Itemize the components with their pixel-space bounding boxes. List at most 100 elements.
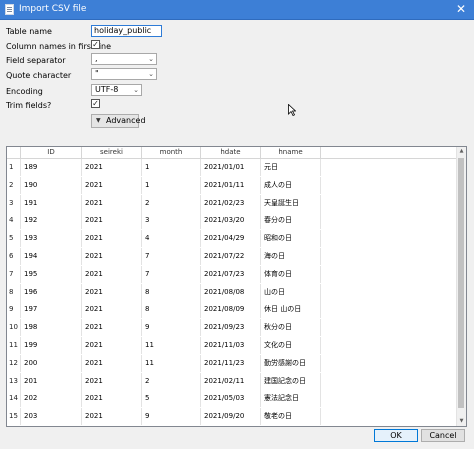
advanced-button[interactable]: ▼ Advanced xyxy=(91,114,146,128)
cell-id[interactable]: 199 xyxy=(21,337,82,354)
table-name-input[interactable]: holiday_public xyxy=(91,25,162,37)
cell-hdate[interactable]: 2021/05/03 xyxy=(201,390,261,408)
cell-month[interactable]: 3 xyxy=(142,212,201,230)
cell-id[interactable]: 197 xyxy=(21,301,82,319)
ok-button[interactable]: OK xyxy=(374,429,418,442)
cell-hname[interactable]: 勤労感謝の日 xyxy=(261,354,321,372)
cell-hname[interactable]: 海の日 xyxy=(261,248,321,265)
cell-month[interactable]: 9 xyxy=(142,408,201,426)
cell-id[interactable]: 201 xyxy=(21,372,82,390)
cell-hname[interactable]: 山の日 xyxy=(261,283,321,301)
cell-id[interactable]: 194 xyxy=(21,248,82,265)
cell-month[interactable]: 2 xyxy=(142,372,201,390)
column-header-month[interactable]: month xyxy=(142,147,201,158)
cell-hdate[interactable]: 2021/09/23 xyxy=(201,319,261,337)
cell-id[interactable]: 200 xyxy=(21,354,82,372)
row-number[interactable]: 11 xyxy=(7,337,21,354)
cell-seireki[interactable]: 2021 xyxy=(82,372,142,390)
row-number[interactable]: 13 xyxy=(7,372,21,390)
cell-hname[interactable]: 体育の日 xyxy=(261,265,321,283)
row-number[interactable]: 6 xyxy=(7,248,21,265)
cell-hname[interactable]: 成人の日 xyxy=(261,176,321,194)
column-header-hname[interactable]: hname xyxy=(261,147,321,158)
table-row[interactable]: 14 202 2021 5 2021/05/03 憲法記念日 xyxy=(7,390,459,408)
cell-hdate[interactable]: 2021/08/09 xyxy=(201,301,261,319)
cell-hdate[interactable]: 2021/04/29 xyxy=(201,230,261,248)
cell-hdate[interactable]: 2021/01/11 xyxy=(201,176,261,194)
cell-id[interactable]: 202 xyxy=(21,390,82,408)
row-number[interactable]: 15 xyxy=(7,408,21,426)
cell-hdate[interactable]: 2021/02/23 xyxy=(201,194,261,212)
scrollbar-thumb[interactable] xyxy=(458,158,464,408)
cell-seireki[interactable]: 2021 xyxy=(82,248,142,265)
cell-month[interactable]: 8 xyxy=(142,283,201,301)
cell-seireki[interactable]: 2021 xyxy=(82,159,142,176)
table-row[interactable]: 2 190 2021 1 2021/01/11 成人の日 xyxy=(7,176,459,194)
cell-month[interactable]: 5 xyxy=(142,390,201,408)
table-row[interactable]: 1 189 2021 1 2021/01/01 元日 xyxy=(7,159,459,176)
table-row[interactable]: 9 197 2021 8 2021/08/09 休日 山の日 xyxy=(7,301,459,319)
cell-month[interactable]: 2 xyxy=(142,194,201,212)
cell-hdate[interactable]: 2021/09/20 xyxy=(201,408,261,426)
cell-seireki[interactable]: 2021 xyxy=(82,194,142,212)
cell-seireki[interactable]: 2021 xyxy=(82,230,142,248)
column-header-seireki[interactable]: seireki xyxy=(82,147,142,158)
cell-hname[interactable]: 昭和の日 xyxy=(261,230,321,248)
cell-hname[interactable]: 休日 山の日 xyxy=(261,301,321,319)
cell-hdate[interactable]: 2021/01/01 xyxy=(201,159,261,176)
csv-preview-grid[interactable]: ID seireki month hdate hname 1 189 2021 1 20… xyxy=(6,146,467,427)
cell-seireki[interactable]: 2021 xyxy=(82,337,142,354)
column-names-checkbox[interactable]: ✓ xyxy=(91,40,100,49)
cell-hname[interactable]: 敬老の日 xyxy=(261,408,321,426)
cell-hname[interactable]: 秋分の日 xyxy=(261,319,321,337)
encoding-select[interactable]: UTF-8 ⌄ xyxy=(91,84,142,96)
cell-hdate[interactable]: 2021/11/03 xyxy=(201,337,261,354)
row-number[interactable]: 8 xyxy=(7,283,21,301)
row-number[interactable]: 14 xyxy=(7,390,21,408)
field-separator-select[interactable]: , ⌄ xyxy=(91,53,157,65)
scroll-up-icon[interactable]: ▲ xyxy=(457,147,466,156)
cell-month[interactable]: 9 xyxy=(142,319,201,337)
cell-seireki[interactable]: 2021 xyxy=(82,176,142,194)
cell-hname[interactable]: 天皇誕生日 xyxy=(261,194,321,212)
cell-hname[interactable]: 元日 xyxy=(261,159,321,176)
cell-month[interactable]: 11 xyxy=(142,337,201,354)
cell-seireki[interactable]: 2021 xyxy=(82,265,142,283)
row-number[interactable]: 2 xyxy=(7,176,21,194)
cell-month[interactable]: 1 xyxy=(142,176,201,194)
row-number[interactable]: 7 xyxy=(7,265,21,283)
scroll-down-icon[interactable]: ▼ xyxy=(457,417,466,426)
cell-id[interactable]: 191 xyxy=(21,194,82,212)
cell-hname[interactable]: 建国記念の日 xyxy=(261,372,321,390)
cell-seireki[interactable]: 2021 xyxy=(82,212,142,230)
table-row[interactable]: 8 196 2021 8 2021/08/08 山の日 xyxy=(7,283,459,301)
cell-seireki[interactable]: 2021 xyxy=(82,283,142,301)
cancel-button[interactable]: Cancel xyxy=(421,429,465,442)
column-header-hdate[interactable]: hdate xyxy=(201,147,261,158)
cell-month[interactable]: 4 xyxy=(142,230,201,248)
table-row[interactable]: 6 194 2021 7 2021/07/22 海の日 xyxy=(7,248,459,265)
cell-hname[interactable]: 文化の日 xyxy=(261,337,321,354)
cell-seireki[interactable]: 2021 xyxy=(82,301,142,319)
trim-fields-checkbox[interactable]: ✓ xyxy=(91,99,100,108)
cell-hname[interactable]: 春分の日 xyxy=(261,212,321,230)
cell-hdate[interactable]: 2021/08/08 xyxy=(201,283,261,301)
cell-month[interactable]: 8 xyxy=(142,301,201,319)
quote-char-select[interactable]: " ⌄ xyxy=(91,68,157,80)
cell-month[interactable]: 7 xyxy=(142,265,201,283)
table-row[interactable]: 12 200 2021 11 2021/11/23 勤労感謝の日 xyxy=(7,354,459,372)
row-number[interactable]: 4 xyxy=(7,212,21,230)
cell-hdate[interactable]: 2021/07/23 xyxy=(201,265,261,283)
cell-seireki[interactable]: 2021 xyxy=(82,319,142,337)
vertical-scrollbar[interactable]: ▲ ▼ xyxy=(456,147,466,426)
cell-hdate[interactable]: 2021/03/20 xyxy=(201,212,261,230)
row-number[interactable]: 12 xyxy=(7,354,21,372)
close-icon[interactable]: ✕ xyxy=(454,2,468,16)
cell-id[interactable]: 196 xyxy=(21,283,82,301)
cell-month[interactable]: 1 xyxy=(142,159,201,176)
cell-hdate[interactable]: 2021/11/23 xyxy=(201,354,261,372)
cell-id[interactable]: 192 xyxy=(21,212,82,230)
cell-id[interactable]: 193 xyxy=(21,230,82,248)
cell-id[interactable]: 189 xyxy=(21,159,82,176)
column-header-id[interactable]: ID xyxy=(21,147,82,158)
